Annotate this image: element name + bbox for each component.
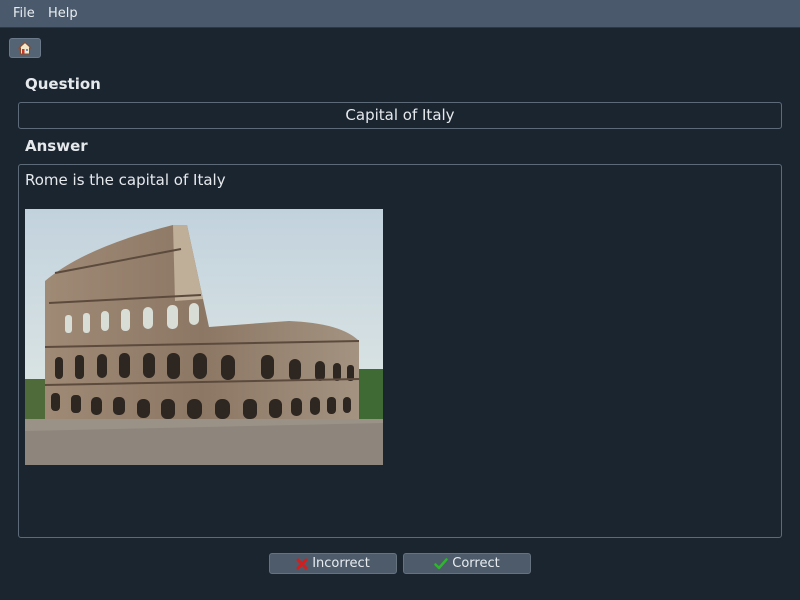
check-icon	[434, 557, 449, 569]
correct-button[interactable]: Correct	[403, 553, 531, 574]
x-icon	[296, 558, 308, 569]
incorrect-label: Incorrect	[312, 556, 370, 571]
question-label: Question	[25, 75, 101, 93]
answer-label: Answer	[25, 137, 88, 155]
answer-text: Rome is the capital of Italy	[25, 171, 226, 189]
correct-label: Correct	[452, 556, 500, 571]
colosseum-image	[25, 209, 383, 465]
home-icon	[18, 41, 32, 55]
home-button[interactable]	[9, 38, 41, 58]
incorrect-button[interactable]: Incorrect	[269, 553, 397, 574]
menu-bar: File Help	[0, 0, 800, 28]
answer-panel[interactable]: Rome is the capital of Italy	[18, 164, 782, 538]
question-field[interactable]: Capital of Italy	[18, 102, 782, 129]
menu-help[interactable]: Help	[48, 0, 78, 28]
menu-file[interactable]: File	[13, 0, 35, 28]
